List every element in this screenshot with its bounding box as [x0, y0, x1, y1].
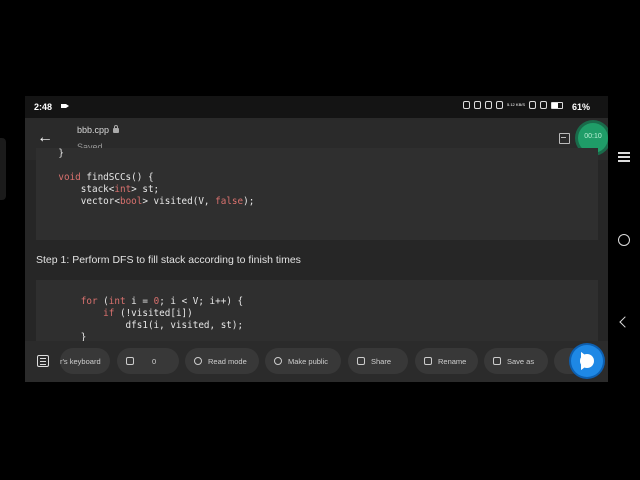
read-mode-button[interactable]: Read mode — [185, 348, 259, 374]
comment-count: 0 — [152, 356, 157, 366]
back-arrow-icon[interactable]: ← — [37, 129, 55, 147]
code-line: } — [36, 148, 64, 159]
share-button[interactable]: Share — [348, 348, 408, 374]
play-triangle — [585, 357, 591, 365]
status-time: 2:48 — [34, 102, 53, 112]
keyword: for — [80, 296, 98, 307]
globe-icon — [274, 357, 282, 365]
keyboard-label: r's keyboard — [60, 356, 101, 366]
rename-button[interactable]: Rename — [415, 348, 478, 374]
mute-icon — [474, 101, 481, 109]
code-line: dfs1(i, visited, st); — [36, 320, 244, 331]
keyword: false — [215, 196, 244, 207]
signal-icon — [540, 101, 548, 109]
battery-icon — [551, 101, 564, 109]
make-public-button[interactable]: Make public — [265, 348, 341, 374]
recents-icon[interactable] — [618, 152, 630, 154]
save-as-icon — [493, 357, 501, 365]
screen-record-icon — [61, 104, 69, 108]
system-nav-bar — [608, 96, 640, 382]
type-keyword: int — [114, 184, 132, 195]
code-block[interactable]: } void findSCCs() { stack<int> st; vecto… — [36, 148, 598, 240]
lock-icon — [113, 125, 120, 133]
rename-icon — [424, 357, 432, 365]
read-mode-label: Read mode — [208, 356, 247, 366]
comment-icon — [126, 357, 134, 365]
code-line: void findSCCs() { — [58, 172, 154, 183]
status-icons: 5.12 KB/S — [463, 101, 564, 109]
play-icon — [580, 354, 594, 368]
save-as-label: Save as — [507, 356, 535, 366]
code-block[interactable]: for (int i = 0; i < V; i++) { if (!visit… — [36, 280, 598, 350]
left-edge-handle — [0, 138, 6, 200]
keyword: if — [103, 308, 115, 319]
cast-icon — [463, 101, 470, 109]
share-label: Share — [371, 356, 392, 366]
save-as-button[interactable]: Save as — [484, 348, 548, 374]
call-icon — [496, 101, 503, 109]
step-text: Step 1: Perform DFS to fill stack accord… — [36, 254, 301, 266]
code-line: for (int i = 0; i < V; i++) { — [80, 296, 244, 307]
timer-label: 00:10 — [584, 133, 602, 140]
run-button[interactable] — [571, 345, 603, 377]
comments-button[interactable]: 0 — [117, 348, 179, 374]
home-icon[interactable] — [618, 234, 630, 246]
type-keyword: int — [108, 296, 126, 307]
keyword: void — [58, 172, 81, 183]
nav-back-icon[interactable] — [619, 316, 631, 328]
bottom-toolbar: r's keyboard 0 Read mode Make public Sha… — [25, 341, 608, 382]
code-line: if (!visited[i]) — [103, 308, 193, 319]
keyboard-button[interactable]: r's keyboard — [60, 348, 110, 374]
glasses-icon — [194, 357, 202, 365]
rename-label: Rename — [438, 356, 467, 366]
number: 0 — [153, 296, 160, 307]
list-icon[interactable] — [37, 355, 49, 367]
battery-percent: 61% — [572, 102, 591, 112]
file-name: bbb.cpp — [77, 125, 110, 135]
document-content[interactable]: } void findSCCs() { stack<int> st; vecto… — [25, 148, 608, 350]
app-window: 2:48 5.12 KB/S 61% ← bbb.cpp Saved 00:10… — [25, 96, 608, 382]
code-line: stack<int> st; — [36, 184, 160, 195]
type-keyword: bool — [119, 196, 143, 207]
status-bar: 2:48 5.12 KB/S 61% — [25, 96, 608, 118]
file-title: bbb.cpp — [77, 125, 120, 135]
alarm-icon — [485, 101, 492, 109]
exit-icon[interactable] — [559, 133, 570, 144]
network-speed: 5.12 KB/S — [507, 102, 526, 107]
wifi-icon — [529, 101, 537, 109]
share-icon — [357, 357, 365, 365]
code-line: vector<bool> visited(V, false); — [36, 196, 255, 207]
make-public-label: Make public — [288, 356, 329, 366]
